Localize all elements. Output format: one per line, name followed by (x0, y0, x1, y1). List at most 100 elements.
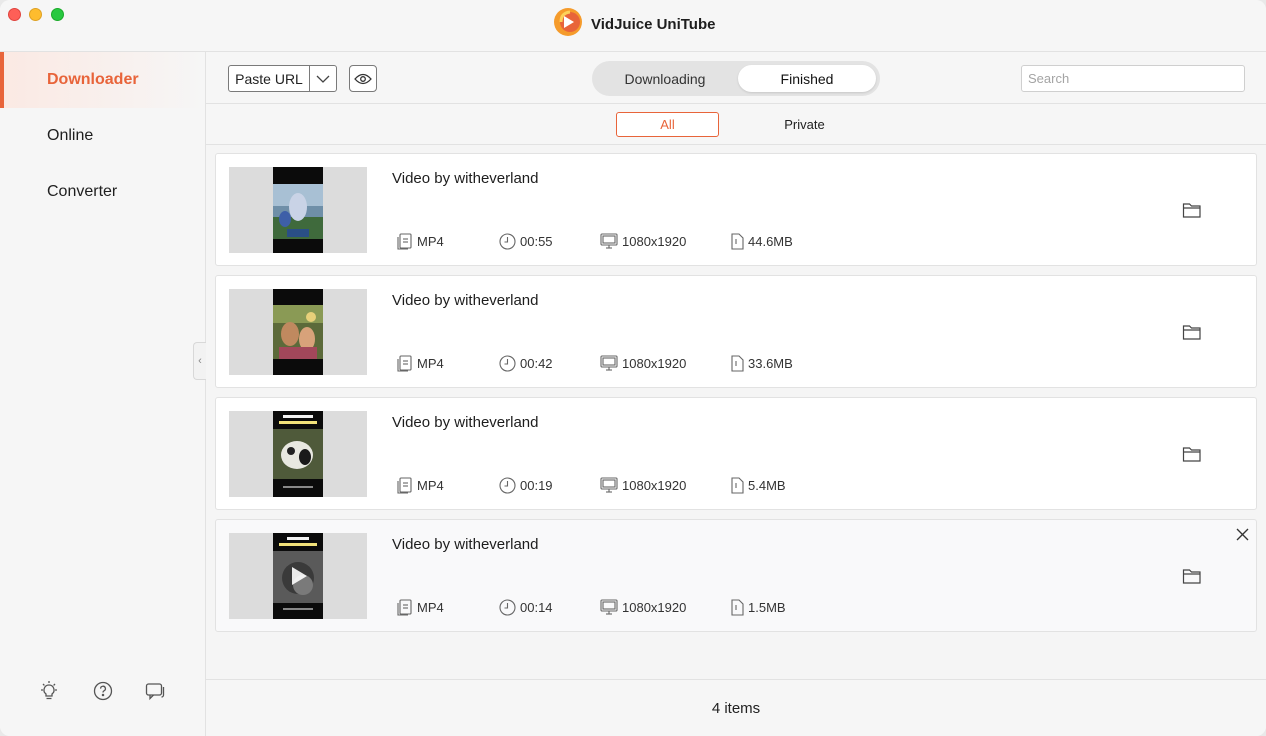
video-duration-text: 00:14 (520, 599, 553, 615)
item-count-footer: 4 items (206, 679, 1266, 736)
monitor-icon (600, 233, 618, 249)
chevron-left-icon: ‹ (198, 355, 202, 367)
thumbnail-image (273, 167, 323, 253)
file-size-icon (731, 232, 744, 250)
video-format: MP4 (397, 476, 444, 494)
video-duration: 00:14 (499, 598, 553, 616)
video-resolution-text: 1080x1920 (622, 599, 687, 615)
file-size-icon (731, 476, 744, 494)
video-size: 5.4MB (731, 476, 786, 494)
feedback-icon[interactable] (144, 680, 166, 702)
video-size: 1.5MB (731, 598, 786, 616)
close-window-button[interactable] (8, 8, 21, 21)
sidebar-collapse-handle[interactable]: ‹ (193, 342, 206, 380)
video-item[interactable]: Video by witheverland MP4 00:14 1080x192… (215, 519, 1257, 632)
video-size-text: 33.6MB (748, 355, 793, 371)
open-folder-icon[interactable] (1182, 567, 1202, 585)
video-size-text: 44.6MB (748, 233, 793, 249)
file-format-icon (397, 354, 412, 372)
help-icon[interactable] (92, 680, 114, 702)
sidebar: Downloader Online Converter (0, 52, 206, 736)
video-format-text: MP4 (417, 233, 444, 249)
lightbulb-icon[interactable] (38, 680, 60, 702)
video-title: Video by witheverland (392, 292, 539, 309)
video-resolution-text: 1080x1920 (622, 355, 687, 371)
video-resolution: 1080x1920 (600, 232, 686, 250)
video-title: Video by witheverland (392, 536, 539, 553)
video-thumbnail[interactable] (229, 167, 367, 253)
title-bar: VidJuice UniTube (0, 0, 1266, 52)
chevron-down-icon (316, 75, 330, 83)
video-format: MP4 (397, 354, 444, 372)
thumbnail-image (273, 411, 323, 497)
video-size: 44.6MB (731, 232, 793, 250)
video-duration-text: 00:42 (520, 355, 553, 371)
paste-url-label[interactable]: Paste URL (229, 66, 310, 91)
video-duration: 00:19 (499, 476, 553, 494)
toolbar: Paste URL Downloading Finished (206, 52, 1266, 104)
eye-icon (354, 73, 372, 84)
video-thumbnail[interactable] (229, 411, 367, 497)
video-title: Video by witheverland (392, 170, 539, 187)
app-window: VidJuice UniTube Downloader Online Conve… (0, 0, 1266, 736)
app-logo-icon (553, 7, 583, 42)
private-mode-button[interactable] (349, 65, 377, 92)
tab-downloading[interactable]: Downloading (596, 65, 734, 92)
clock-icon (499, 476, 516, 494)
remove-item-close-icon[interactable] (1234, 526, 1250, 542)
open-folder-icon[interactable] (1182, 201, 1202, 219)
sidebar-item-downloader[interactable]: Downloader (0, 52, 205, 108)
sidebar-item-online[interactable]: Online (0, 108, 205, 164)
filter-bar: All Private (206, 104, 1266, 145)
zoom-window-button[interactable] (51, 8, 64, 21)
video-format-text: MP4 (417, 477, 444, 493)
video-duration-text: 00:19 (520, 477, 553, 493)
filter-all-button[interactable]: All (616, 112, 719, 137)
play-icon (292, 567, 307, 585)
video-duration-text: 00:55 (520, 233, 553, 249)
main-panel: Paste URL Downloading Finished All Priva… (206, 52, 1266, 736)
video-resolution: 1080x1920 (600, 476, 686, 494)
tab-finished[interactable]: Finished (738, 65, 876, 92)
app-title-text: VidJuice UniTube (591, 15, 716, 33)
filter-private-button[interactable]: Private (762, 112, 847, 137)
sidebar-item-converter[interactable]: Converter (0, 164, 205, 220)
monitor-icon (600, 477, 618, 493)
video-resolution-text: 1080x1920 (622, 477, 687, 493)
monitor-icon (600, 599, 618, 615)
paste-url-dropdown[interactable] (310, 66, 336, 91)
download-status-tabs: Downloading Finished (592, 61, 880, 96)
video-size-text: 1.5MB (748, 599, 786, 615)
video-format: MP4 (397, 232, 444, 250)
monitor-icon (600, 355, 618, 371)
open-folder-icon[interactable] (1182, 445, 1202, 463)
video-size-text: 5.4MB (748, 477, 786, 493)
video-duration: 00:55 (499, 232, 553, 250)
video-thumbnail[interactable] (229, 533, 367, 619)
video-size: 33.6MB (731, 354, 793, 372)
video-item[interactable]: Video by witheverland MP4 00:19 1080x192… (215, 397, 1257, 510)
video-item[interactable]: Video by witheverland MP4 00:55 1080x192… (215, 153, 1257, 266)
file-format-icon (397, 232, 412, 250)
file-format-icon (397, 598, 412, 616)
paste-url-button[interactable]: Paste URL (228, 65, 337, 92)
video-item[interactable]: Video by witheverland MP4 00:42 1080x192… (215, 275, 1257, 388)
video-thumbnail[interactable] (229, 289, 367, 375)
thumbnail-image (273, 289, 323, 375)
clock-icon (499, 232, 516, 250)
file-size-icon (731, 354, 744, 372)
video-format-text: MP4 (417, 355, 444, 371)
video-resolution: 1080x1920 (600, 598, 686, 616)
video-format: MP4 (397, 598, 444, 616)
file-size-icon (731, 598, 744, 616)
clock-icon (499, 598, 516, 616)
video-resolution: 1080x1920 (600, 354, 686, 372)
video-resolution-text: 1080x1920 (622, 233, 687, 249)
app-title: VidJuice UniTube (553, 7, 716, 42)
file-format-icon (397, 476, 412, 494)
video-duration: 00:42 (499, 354, 553, 372)
video-format-text: MP4 (417, 599, 444, 615)
search-input[interactable] (1021, 65, 1245, 92)
open-folder-icon[interactable] (1182, 323, 1202, 341)
minimize-window-button[interactable] (29, 8, 42, 21)
